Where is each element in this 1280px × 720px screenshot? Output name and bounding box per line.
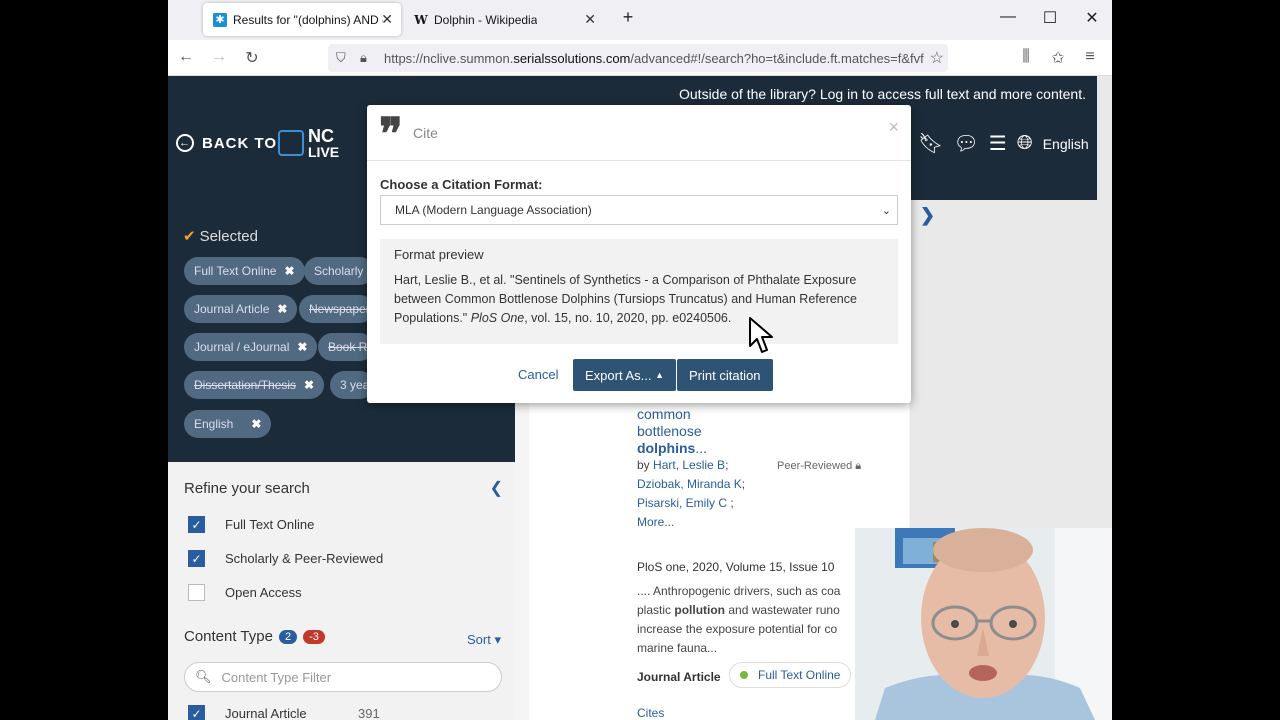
- dialog-actions: Cancel Export As... ▲ Print citation: [367, 359, 911, 391]
- content-type-filter-input[interactable]: 🔍︎ Content Type Filter: [184, 662, 502, 692]
- result-authors: by Hart, Leslie B; Dziobak, Miranda K; P…: [637, 458, 746, 529]
- citation-format-label: Choose a Citation Format:: [380, 177, 543, 192]
- tab-strip: ✱ Results for "(dolphins) AND (pc ✕ W Do…: [168, 0, 1112, 40]
- reload-icon[interactable]: ↻: [242, 48, 262, 68]
- close-icon[interactable]: ×: [888, 117, 899, 138]
- summon-icon: ✱: [213, 12, 227, 27]
- status-dot: [740, 671, 748, 679]
- tab-title: Dolphin - Wikipedia: [434, 12, 538, 27]
- menu-icon[interactable]: ≡: [1080, 48, 1100, 66]
- extensions-icon[interactable]: ✩: [1048, 48, 1068, 68]
- cite-dialog: ❞ Cite × Choose a Citation Format: MLA (…: [367, 105, 911, 403]
- language-selector[interactable]: English: [1043, 136, 1089, 152]
- search-icon: 🔍︎: [195, 669, 212, 684]
- checkbox[interactable]: [188, 584, 205, 601]
- print-citation-button[interactable]: Print citation: [677, 359, 773, 391]
- new-tab-button[interactable]: +: [616, 7, 640, 28]
- remove-chip-icon[interactable]: ✖: [277, 302, 287, 316]
- facet-open-access[interactable]: Open Access: [188, 584, 302, 601]
- quote-icon: ❞: [379, 109, 403, 160]
- lock-icon: 🔒︎: [855, 460, 862, 472]
- filter-chip[interactable]: Dissertation/Thesis ✖: [184, 371, 325, 399]
- globe-icon[interactable]: 🌐︎: [1017, 132, 1033, 155]
- checkbox[interactable]: ✓: [188, 705, 205, 720]
- chevron-left-icon[interactable]: ❮: [490, 478, 503, 498]
- bookmark-star-icon[interactable]: ☆: [930, 48, 944, 68]
- content-type-journal-article[interactable]: ✓ Journal Article 391: [188, 705, 380, 720]
- logo-mark: [278, 130, 304, 156]
- result-title[interactable]: common bottlenose dolphins...: [637, 406, 757, 457]
- close-window-icon[interactable]: ✕: [1080, 8, 1104, 28]
- facet-scholarly[interactable]: ✓ Scholarly & Peer-Reviewed: [188, 550, 383, 567]
- chat-bubbles-icon[interactable]: 💬︎: [953, 131, 978, 156]
- wikipedia-w-icon: W: [414, 12, 428, 27]
- maximize-icon[interactable]: ☐: [1038, 8, 1062, 28]
- facet-full-text-online[interactable]: ✓ Full Text Online: [188, 516, 314, 533]
- exclude-count-badge: -3: [303, 629, 325, 644]
- filter-chip[interactable]: Journal Article ✖: [184, 295, 298, 323]
- result-source: PloS one, 2020, Volume 15, Issue 10: [637, 560, 835, 574]
- filter-chip[interactable]: Book Re: [318, 333, 374, 361]
- nc-live-logo[interactable]: NC LIVE: [278, 127, 342, 160]
- tab-wikipedia[interactable]: W Dolphin - Wikipedia ✕: [404, 3, 604, 36]
- close-tab-icon[interactable]: ✕: [584, 11, 596, 28]
- citation-format-select[interactable]: MLA (Modern Language Association) ⌄: [380, 195, 898, 225]
- filter-chip[interactable]: Newspaper: [299, 295, 374, 323]
- mouse-cursor-icon: [749, 317, 773, 353]
- peer-reviewed-label: Peer-Reviewed 🔒︎: [777, 460, 862, 472]
- selected-heading: ✔ Selected: [183, 228, 258, 245]
- dialog-header: ❞ Cite ×: [367, 105, 911, 161]
- remove-chip-icon[interactable]: ✖: [284, 264, 294, 278]
- refine-search-panel: Refine your search ❮ ✓ Full Text Online ✓…: [168, 462, 515, 720]
- filter-chip[interactable]: Scholarly &: [304, 257, 375, 285]
- citation-text: Hart, Leslie B., et al. "Sentinels of Sy…: [394, 273, 857, 325]
- preview-heading: Format preview: [394, 247, 484, 262]
- checkbox[interactable]: ✓: [188, 516, 205, 533]
- presenter-video: [855, 528, 1112, 720]
- caret-up-icon: ▲: [655, 370, 665, 380]
- checkmark-icon: ✔: [183, 228, 196, 245]
- checkbox[interactable]: ✓: [188, 550, 205, 567]
- shield-icon[interactable]: ⛉: [336, 50, 346, 66]
- library-icon[interactable]: ⫼: [1016, 48, 1036, 66]
- url-text: https://nclive.summon.serialssolutions.c…: [384, 50, 924, 66]
- hamburger-menu-icon[interactable]: ☰: [989, 131, 1007, 156]
- include-count-badge: 2: [278, 629, 298, 644]
- navigation-bar: ← → ↻ ⛉ 🔒︎ https://nclive.summon.serials…: [168, 40, 1112, 76]
- bookmark-icon[interactable]: 🔖︎: [918, 131, 943, 156]
- remove-chip-icon[interactable]: ✖: [297, 340, 307, 354]
- forward-arrow-icon[interactable]: →: [209, 48, 229, 66]
- chevron-right-icon[interactable]: ❯: [920, 205, 935, 226]
- content-type-heading: Content Type 2 -3: [184, 628, 325, 645]
- remove-chip-icon[interactable]: ✖: [304, 378, 314, 392]
- remove-chip-icon[interactable]: ✖: [251, 417, 261, 431]
- cancel-button[interactable]: Cancel: [518, 367, 558, 382]
- result-type: Journal Article: [637, 670, 721, 684]
- chevron-down-icon: ⌄: [881, 204, 891, 217]
- header-icons: 🔖︎ 💬︎ ☰ 🌐︎ English: [918, 131, 1089, 156]
- back-to-label: BACK TO: [202, 134, 278, 152]
- refine-title: Refine your search: [184, 480, 310, 497]
- minimize-icon[interactable]: —: [996, 8, 1020, 26]
- webcam-overlay: [855, 528, 1112, 720]
- result-item: common bottlenose dolphins... by Hart, Les…: [529, 400, 909, 720]
- back-to-link[interactable]: ← BACK TO: [176, 134, 277, 152]
- lock-icon[interactable]: 🔒︎: [360, 50, 367, 66]
- dialog-title: Cite: [413, 125, 438, 141]
- login-prompt[interactable]: Outside of the library? Log in to access…: [679, 86, 1086, 102]
- close-tab-icon[interactable]: ✕: [381, 11, 393, 28]
- url-bar[interactable]: ⛉ 🔒︎ https://nclive.summon.serialssoluti…: [328, 44, 948, 72]
- filter-chip[interactable]: Full Text Online ✖: [184, 257, 305, 285]
- format-preview: Format preview Hart, Leslie B., et al. "…: [380, 239, 898, 344]
- sort-dropdown[interactable]: Sort ▾: [467, 632, 501, 648]
- export-as-button[interactable]: Export As... ▲: [573, 359, 677, 391]
- back-circle-arrow-icon: ←: [176, 134, 194, 152]
- tab-summon-results[interactable]: ✱ Results for "(dolphins) AND (pc ✕: [203, 3, 401, 36]
- back-arrow-icon[interactable]: ←: [176, 48, 196, 66]
- tab-title: Results for "(dolphins) AND (pc: [233, 12, 383, 27]
- filter-chip[interactable]: English ✖: [184, 410, 272, 438]
- filter-chip[interactable]: Journal / eJournal ✖: [184, 333, 318, 361]
- cites-link[interactable]: Cites: [637, 706, 664, 720]
- full-text-online-link[interactable]: Full Text Online: [729, 662, 852, 688]
